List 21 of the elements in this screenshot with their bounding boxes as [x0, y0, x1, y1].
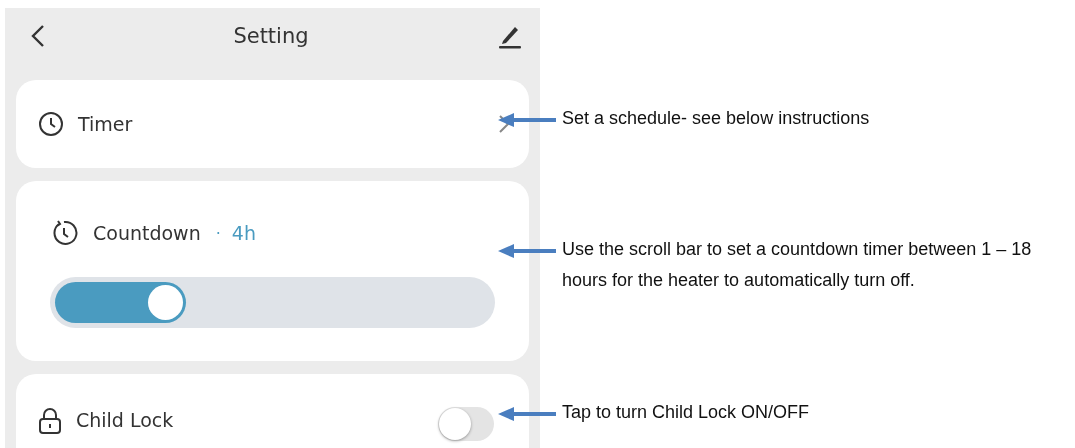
screen-title: Setting — [233, 23, 309, 48]
annotation-text: Use the scroll bar to set a countdown timer between 1 – 18 hours for the heater to automatically turn off. — [562, 238, 1033, 292]
countdown-label: Countdown — [93, 222, 201, 244]
arrow — [498, 406, 556, 422]
child-lock-toggle[interactable] — [438, 407, 494, 441]
chevron-icon — [499, 115, 509, 133]
slider-thumb[interactable] — [147, 285, 183, 320]
child-lock-label: Child Lock — [76, 409, 174, 431]
timer-card[interactable]: Timer — [16, 80, 529, 168]
arrow — [498, 243, 556, 259]
padlock-icon — [38, 407, 62, 435]
annotation-text: Set a schedule- see below instructions — [562, 107, 871, 130]
countdown-slider[interactable] — [50, 277, 495, 328]
countdown-clock-icon — [50, 219, 78, 247]
countdown-value: 4h — [231, 222, 256, 244]
clock-icon — [38, 111, 64, 137]
timer-label: Timer — [78, 113, 133, 135]
annotation-text: Tap to turn Child Lock ON/OFF — [562, 401, 811, 424]
arrow — [498, 112, 556, 128]
separator-dot: · — [215, 223, 221, 243]
back-icon[interactable] — [31, 23, 45, 48]
